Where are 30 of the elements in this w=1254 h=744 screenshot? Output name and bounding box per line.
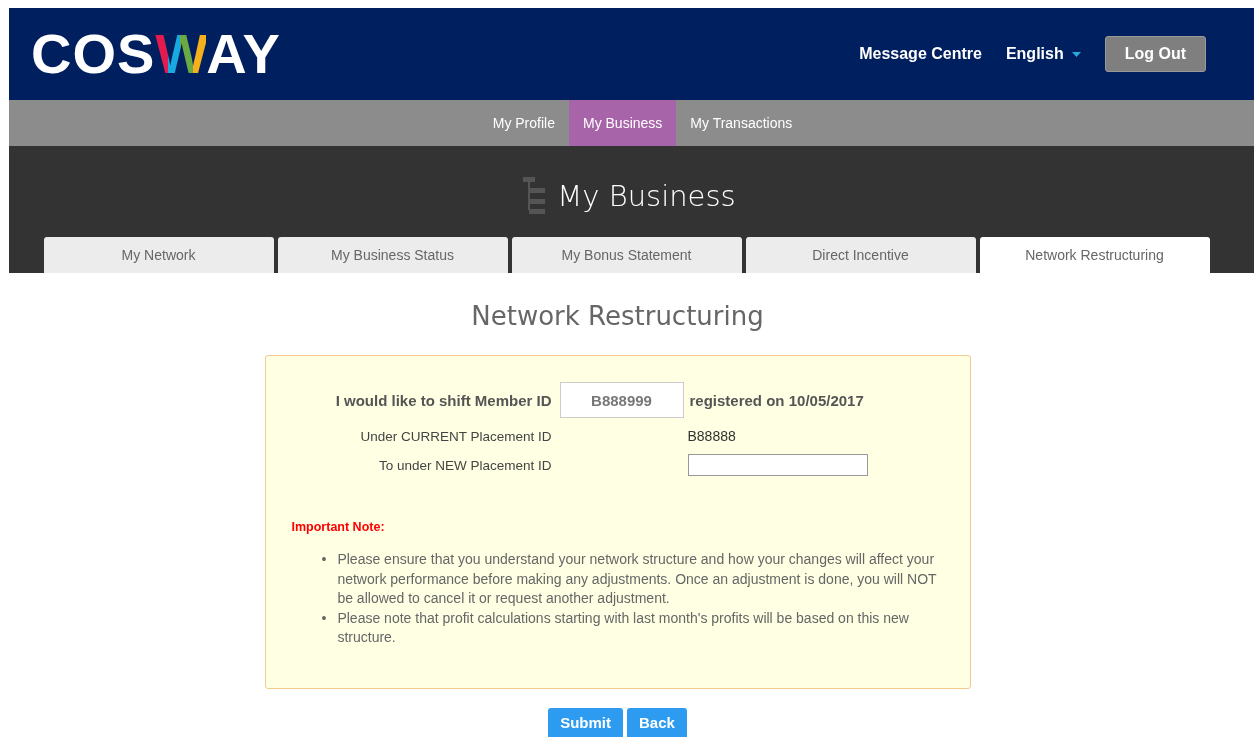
tab[interactable]: Direct Incentive (745, 237, 976, 273)
nav-tab[interactable]: My Transactions (676, 100, 807, 146)
hierarchy-icon (523, 177, 548, 215)
submit-button[interactable]: Submit (548, 708, 623, 737)
new-placement-input[interactable] (687, 454, 868, 476)
form-label: To under NEW Placement ID (377, 457, 552, 473)
note-item: Please note that profit calculations starting with last month's profits will be based on this new structure. (337, 608, 910, 647)
message-centre-link[interactable]: Message Centre (859, 45, 982, 63)
nav-tab[interactable]: My Profile (478, 100, 569, 146)
tab[interactable]: My Network (43, 237, 274, 273)
logout-button[interactable]: Log Out (1104, 36, 1206, 72)
note-item: Please ensure that you understand your network structure and how your changes will affect your network performance before making any adjustments. Once an adjustment is done, you will NOT be allowed to cancel it or request another adjustment. (337, 550, 938, 608)
caret-icon (1071, 51, 1081, 57)
bullet: • (321, 550, 327, 569)
note-title: Important Note: (291, 520, 386, 534)
nav-tab[interactable]: My Business (568, 100, 677, 146)
form-label: I would like to shift Member ID (334, 391, 552, 409)
tab[interactable]: My Bonus Statement (511, 237, 742, 273)
form-label: Under CURRENT Placement ID (359, 428, 552, 444)
bullet: • (321, 608, 327, 628)
tab[interactable]: Network Restructuring (979, 237, 1210, 273)
logo[interactable]: COSWAY (31, 26, 281, 82)
section-title: My Business (557, 179, 736, 213)
member-id-box: B888999 (559, 382, 684, 418)
placement-id: B88888 (686, 428, 737, 444)
page-title: Network Restructuring (470, 301, 765, 331)
language-dropdown[interactable]: English (1005, 45, 1081, 63)
back-button[interactable]: Back (627, 708, 687, 737)
tab[interactable]: My Business Status (277, 237, 508, 273)
registered-text: registered on 10/05/2017 (689, 391, 864, 409)
